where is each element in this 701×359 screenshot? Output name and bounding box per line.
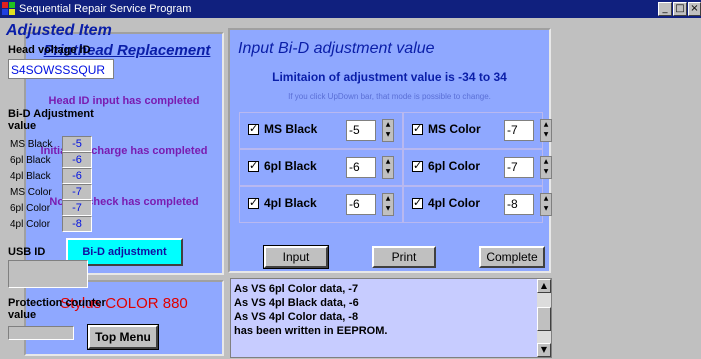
updown-bar[interactable]: ▲ ▼ (382, 193, 394, 216)
updown-bar[interactable]: ▲ ▼ (540, 193, 552, 216)
6pl-black-value[interactable]: -6 (346, 157, 376, 178)
log-line: has been written in EEPROM. (234, 325, 388, 337)
client-area: Printhead Replacement Head ID input has … (0, 18, 701, 359)
scroll-up-icon[interactable]: ▲ (537, 279, 551, 293)
scroll-thumb[interactable] (537, 307, 551, 331)
bid-row-value: -8 (62, 216, 92, 232)
adj-4pl-black: 4pl Black -6 ▲▼ (239, 186, 403, 223)
updown-bar[interactable]: ▲ ▼ (382, 156, 394, 179)
bid-row-value: -6 (62, 152, 92, 168)
adj-6pl-color: 6pl Color -7 ▲▼ (403, 149, 552, 186)
log-scrollbar[interactable]: ▲ ▼ (537, 279, 551, 357)
log-line: As VS 6pl Color data, -7 (234, 283, 359, 295)
adj-label: 6pl Black (264, 159, 317, 173)
close-icon[interactable]: × (688, 2, 701, 16)
complete-button[interactable]: Complete (479, 246, 545, 268)
adj-6pl-black: 6pl Black -6 ▲▼ (239, 149, 403, 186)
status-head-id: Head ID input has completed (48, 95, 200, 107)
ms-color-checkbox[interactable] (412, 122, 423, 135)
4pl-color-value[interactable]: -8 (504, 194, 534, 215)
status-ink-charge: Initial ink charge has completed (40, 145, 208, 157)
adj-ms-black: MS Black -5 ▲▼ (239, 112, 403, 149)
protection-counter-label: Protection counter value (8, 297, 106, 321)
bid-row-label: MS Color (10, 187, 52, 198)
maximize-icon[interactable]: □ (673, 2, 687, 16)
6pl-color-checkbox[interactable] (412, 159, 423, 172)
bid-adjustment-label: Bi-D Adjustment value (8, 108, 94, 132)
adjusted-item-title: Adjusted Item (6, 22, 112, 39)
usb-id-field (8, 260, 88, 288)
bid-row-label: 4pl Color (10, 219, 51, 230)
bid-row-value: -7 (62, 184, 92, 200)
top-menu-button[interactable]: Top Menu (87, 324, 159, 350)
bid-row-label: MS Black (10, 139, 53, 150)
bid-row-label: 6pl Black (10, 155, 51, 166)
limit-text: Limitaion of adjustment value is -34 to … (272, 70, 507, 84)
ms-color-value[interactable]: -7 (504, 120, 534, 141)
updown-bar[interactable]: ▲ ▼ (382, 119, 394, 142)
scroll-down-icon[interactable]: ▼ (537, 343, 551, 357)
ms-black-value[interactable]: -5 (346, 120, 376, 141)
input-button[interactable]: Input (263, 245, 329, 269)
updown-bar[interactable]: ▲ ▼ (540, 119, 552, 142)
6pl-color-value[interactable]: -7 (504, 157, 534, 178)
title-bar[interactable]: Sequential Repair Service Program _ □ × (0, 0, 701, 18)
4pl-black-value[interactable]: -6 (346, 194, 376, 215)
adj-ms-color: MS Color -7 ▲▼ (403, 112, 552, 149)
bid-row-value: -7 (62, 200, 92, 216)
adjustment-title: Input Bi-D adjustment value (238, 40, 435, 57)
adj-label: MS Color (428, 122, 481, 136)
window-title: Sequential Repair Service Program (19, 3, 192, 15)
usb-id-label: USB ID (8, 246, 46, 258)
adj-label: 4pl Color (428, 196, 481, 210)
log-line: As VS 4pl Color data, -8 (234, 311, 359, 323)
adj-label: MS Black (264, 122, 318, 136)
log-textarea[interactable]: As VS 6pl Color data, -7 As VS 4pl Black… (230, 278, 552, 358)
updown-bar[interactable]: ▲ ▼ (540, 156, 552, 179)
minimize-icon[interactable]: _ (658, 2, 672, 16)
app-icon (2, 2, 15, 15)
head-voltage-label: Head voltage ID (8, 44, 91, 56)
print-button[interactable]: Print (372, 246, 436, 268)
adj-label: 4pl Black (264, 196, 317, 210)
bid-row-value: -6 (62, 168, 92, 184)
adj-label: 6pl Color (428, 159, 481, 173)
hint-text: If you click UpDown bar, that mode is po… (288, 92, 491, 101)
4pl-color-checkbox[interactable] (412, 196, 423, 209)
adjustment-panel: Input Bi-D adjustment value Limitaion of… (228, 28, 552, 273)
bid-row-label: 4pl Black (10, 171, 51, 182)
protection-counter-field (8, 326, 74, 340)
bid-row-value: -5 (62, 136, 92, 152)
log-line: As VS 4pl Black data, -6 (234, 297, 359, 309)
head-voltage-field[interactable]: S4SOWSSSQUR (8, 59, 114, 79)
adj-4pl-color: 4pl Color -8 ▲▼ (403, 186, 552, 223)
bid-row-label: 6pl Color (10, 203, 51, 214)
6pl-black-checkbox[interactable] (248, 159, 259, 172)
4pl-black-checkbox[interactable] (248, 196, 259, 209)
status-nozzle-check: Nozzle check has completed (49, 196, 199, 208)
ms-black-checkbox[interactable] (248, 122, 259, 135)
